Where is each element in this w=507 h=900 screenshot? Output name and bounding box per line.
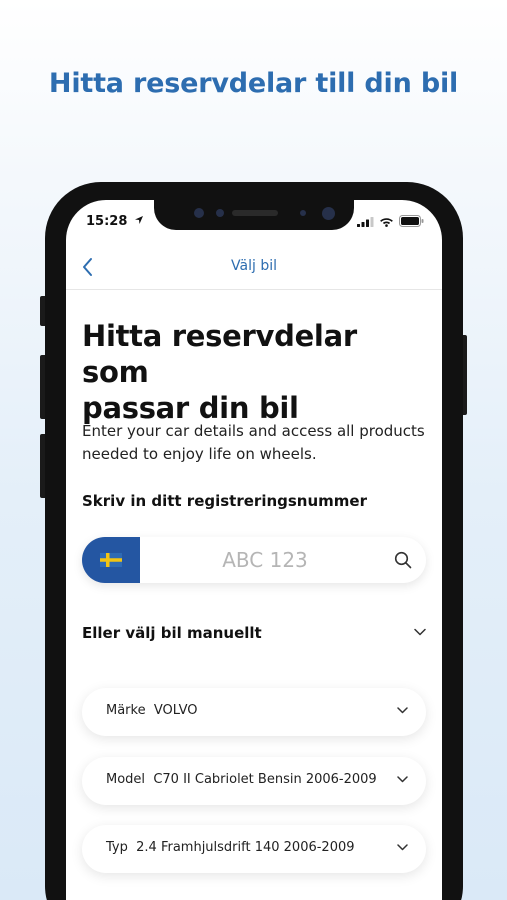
- status-indicators: [357, 215, 424, 227]
- chevron-down-icon: [397, 844, 408, 851]
- brand-select-text: Märke VOLVO: [106, 703, 197, 718]
- location-arrow-icon: [134, 216, 143, 224]
- registration-label: Skriv in ditt registreringsnummer: [82, 492, 367, 510]
- status-time: 15:28: [86, 214, 144, 229]
- select-value: VOLVO: [153, 703, 198, 718]
- select-label: Model: [106, 772, 146, 787]
- select-label: Märke: [106, 703, 146, 718]
- app-screen: 15:28 Välj bil Hitta reservdelar som pas…: [66, 200, 442, 900]
- model-select[interactable]: Model C70 II Cabriolet Bensin 2006-2009: [82, 757, 426, 805]
- speaker-grille: [232, 210, 278, 216]
- chevron-down-icon: [397, 776, 408, 783]
- sweden-flag-icon: [100, 553, 122, 567]
- brand-select[interactable]: Märke VOLVO: [82, 688, 426, 736]
- front-camera: [322, 207, 335, 220]
- intro-text: Enter your car details and access all pr…: [82, 420, 432, 466]
- page-title-line: Hitta reservdelar som: [82, 319, 357, 389]
- navigation-bar: Välj bil: [66, 248, 442, 290]
- battery-icon: [399, 215, 424, 227]
- status-time-text: 15:28: [86, 214, 128, 229]
- chevron-down-icon[interactable]: [414, 628, 426, 636]
- select-label: Typ: [106, 840, 128, 855]
- type-select-text: Typ 2.4 Framhjulsdrift 140 2006-2009: [106, 840, 355, 855]
- nav-title: Välj bil: [231, 258, 277, 274]
- select-value: 2.4 Framhjulsdrift 140 2006-2009: [136, 840, 355, 855]
- manual-selection-toggle[interactable]: Eller välj bil manuellt: [82, 624, 262, 642]
- sensor-dot: [300, 210, 306, 216]
- phone-notch: [154, 200, 354, 230]
- intro-text-line: needed to enjoy life on wheels.: [82, 445, 317, 463]
- sensor-dot: [194, 208, 204, 218]
- model-select-text: Model C70 II Cabriolet Bensin 2006-2009: [106, 772, 377, 787]
- registration-plate-field[interactable]: [82, 537, 426, 583]
- promo-headline: Hitta reservdelar till din bil: [48, 68, 459, 99]
- chevron-down-icon: [397, 707, 408, 714]
- wifi-icon: [380, 217, 393, 227]
- signal-icon: [357, 216, 374, 227]
- search-icon[interactable]: [394, 551, 412, 569]
- select-value: C70 II Cabriolet Bensin 2006-2009: [153, 772, 377, 787]
- registration-input[interactable]: [142, 537, 388, 583]
- type-select[interactable]: Typ 2.4 Framhjulsdrift 140 2006-2009: [82, 825, 426, 873]
- country-plate-badge: [82, 537, 140, 583]
- page-title: Hitta reservdelar som passar din bil: [82, 318, 432, 426]
- sensor-dot: [216, 209, 224, 217]
- intro-text-line: Enter your car details and access all pr…: [82, 422, 425, 440]
